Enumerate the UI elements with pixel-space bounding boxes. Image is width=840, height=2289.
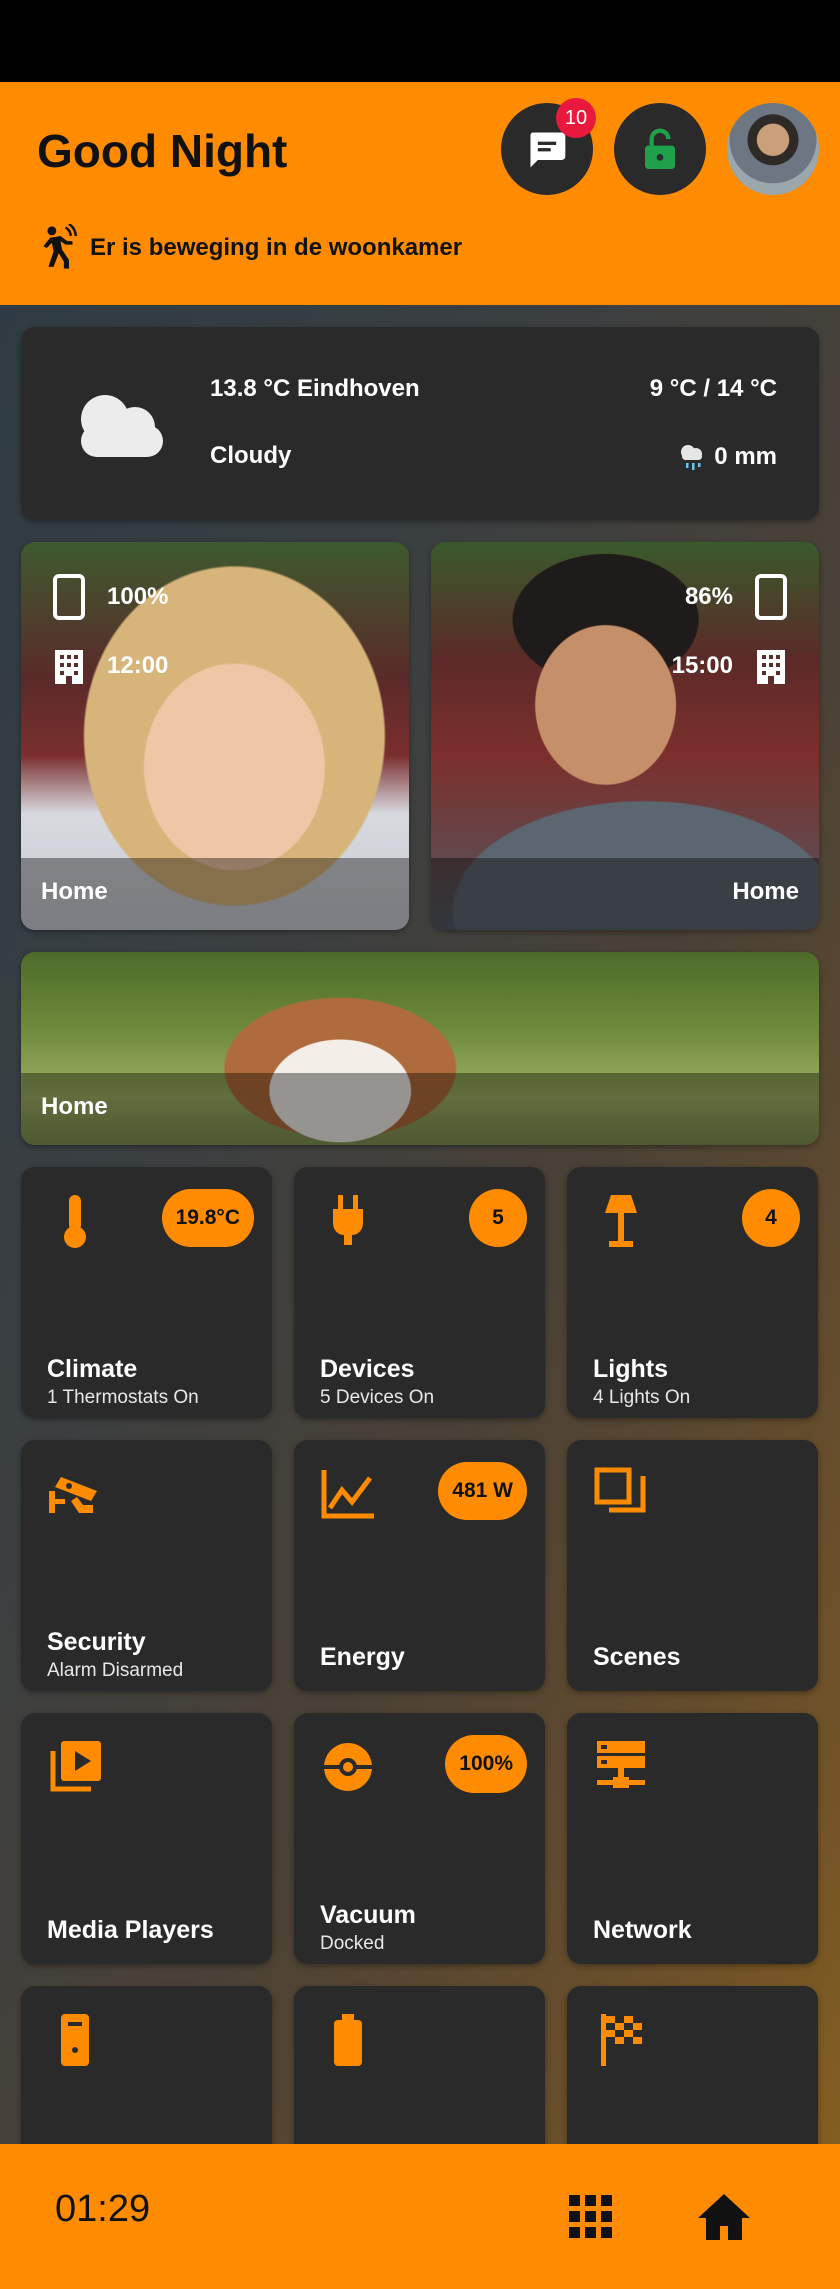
tile-vacuum[interactable]: 100% Vacuum Docked — [294, 1713, 545, 1964]
person-card-2[interactable]: 86% 15:00 Home — [431, 542, 819, 930]
weather-rain: 0 mm — [678, 442, 777, 472]
rain-cloud-icon — [681, 445, 703, 470]
person-2-time: 15:00 — [672, 648, 787, 684]
phone-icon — [53, 574, 85, 620]
apps-button[interactable] — [556, 2182, 626, 2252]
tile-title: Lights — [593, 1355, 668, 1383]
tile-media-players[interactable]: Media Players — [21, 1713, 272, 1964]
vacuum-badge: 100% — [445, 1735, 527, 1793]
motion-text: Er is beweging in de woonkamer — [90, 234, 463, 261]
bottom-bar: 01:29 — [0, 2144, 840, 2289]
lights-badge: 4 — [742, 1189, 800, 1247]
climate-badge: 19.8°C — [161, 1189, 254, 1247]
tile-subtitle: 1 Thermostats On — [47, 1387, 199, 1408]
battery-icon — [318, 2010, 378, 2070]
tile-subtitle: 4 Lights On — [593, 1387, 691, 1408]
tile-security[interactable]: Security Alarm Disarmed — [21, 1440, 272, 1691]
tile-title: Devices — [320, 1355, 415, 1383]
pet-location: Home — [41, 1093, 108, 1120]
tile-title: Media Players — [47, 1916, 214, 1944]
pet-card[interactable]: Home — [21, 952, 819, 1145]
tile-subtitle: 5 Devices On — [320, 1387, 435, 1408]
person-1-time: 12:00 — [53, 648, 168, 684]
devices-badge: 5 — [469, 1189, 527, 1247]
office-building-icon — [757, 650, 785, 684]
plug-icon — [318, 1191, 378, 1251]
notification-badge: 10 — [556, 98, 596, 138]
footer-clock: 01:29 — [55, 2188, 151, 2230]
person-card-1[interactable]: 100% 12:00 Home — [21, 542, 409, 930]
tile-title: Vacuum — [320, 1901, 416, 1929]
remote-icon — [45, 2010, 105, 2070]
lock-open-icon — [645, 128, 675, 169]
user-avatar[interactable] — [727, 103, 819, 195]
cloud-icon — [81, 395, 163, 457]
tile-network[interactable]: Network — [567, 1713, 818, 1964]
motion-status: Er is beweging in de woonkamer — [36, 224, 462, 272]
tile-subtitle: Docked — [320, 1933, 385, 1954]
chart-line-icon — [318, 1464, 378, 1524]
tile-title: Scenes — [593, 1643, 681, 1671]
person-2-location: Home — [732, 878, 799, 905]
phone-icon — [755, 574, 787, 620]
tile-title: Network — [593, 1916, 692, 1944]
greeting-title: Good Night — [37, 125, 288, 177]
status-bar — [0, 0, 840, 82]
tile-title: Energy — [320, 1643, 405, 1671]
play-box-icon — [45, 1737, 105, 1797]
server-network-icon — [591, 1737, 651, 1797]
message-icon — [530, 132, 566, 168]
checkered-flag-icon — [591, 2010, 651, 2070]
office-building-icon — [55, 650, 83, 684]
weather-range: 9 °C / 14 °C — [649, 375, 777, 402]
tile-subtitle: Alarm Disarmed — [47, 1660, 184, 1681]
tile-devices[interactable]: 5 Devices 5 Devices On — [294, 1167, 545, 1418]
tile-title: Climate — [47, 1355, 138, 1383]
header: Good Night 10 Er is beweging in de woonk… — [0, 82, 840, 305]
home-button[interactable] — [689, 2182, 759, 2252]
lamp-icon — [591, 1191, 651, 1251]
tile-energy[interactable]: 481 W Energy — [294, 1440, 545, 1691]
thermometer-icon — [45, 1191, 105, 1251]
weather-temperature: 13.8 °C Eindhoven — [210, 375, 420, 402]
grid-icon — [569, 2195, 612, 2238]
scenes-icon — [591, 1464, 651, 1524]
person-1-location: Home — [41, 878, 108, 905]
motion-sensor-icon — [43, 224, 78, 269]
tile-climate[interactable]: 19.8°C Climate 1 Thermostats On — [21, 1167, 272, 1418]
person-1-battery: 100% — [53, 574, 168, 620]
home-icon — [698, 2194, 750, 2240]
lock-button[interactable] — [614, 103, 706, 195]
person-2-battery: 86% — [685, 574, 787, 620]
photo-caption-bar — [21, 1073, 819, 1145]
tile-scenes[interactable]: Scenes — [567, 1440, 818, 1691]
weather-condition: Cloudy — [210, 442, 292, 469]
weather-card[interactable]: 13.8 °C Eindhoven Cloudy 9 °C / 14 °C 0 … — [21, 327, 819, 520]
energy-badge: 481 W — [438, 1462, 527, 1520]
tile-lights[interactable]: 4 Lights 4 Lights On — [567, 1167, 818, 1418]
robot-vacuum-icon — [318, 1737, 378, 1797]
tile-title: Security — [47, 1628, 146, 1656]
cctv-icon — [45, 1464, 105, 1524]
rain-amount: 0 mm — [714, 443, 777, 470]
